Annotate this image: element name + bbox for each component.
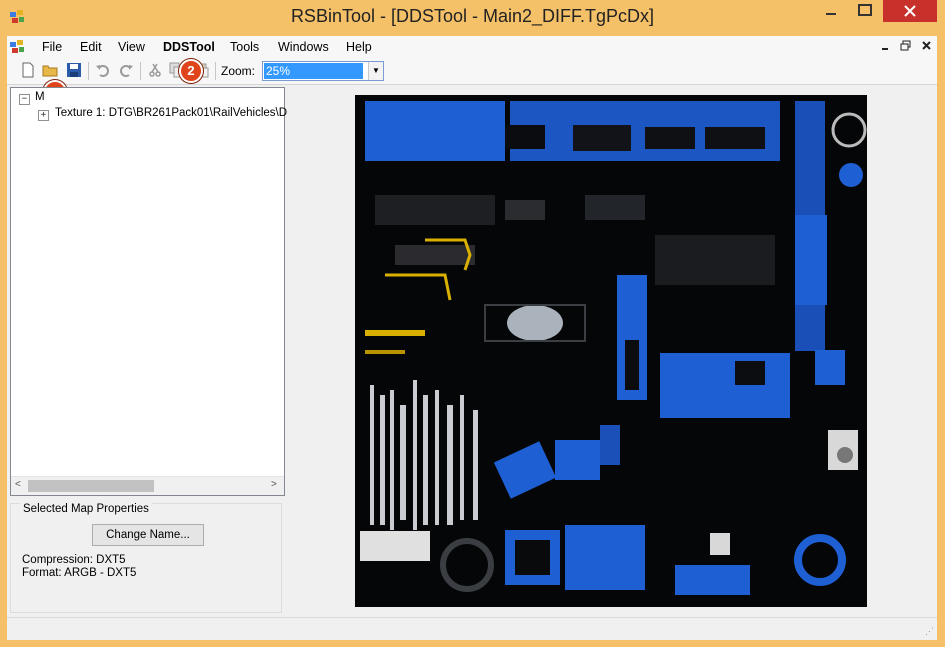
undo-icon[interactable] (95, 62, 111, 78)
map-properties-group: Selected Map Properties Change Name... C… (10, 503, 282, 613)
change-name-button[interactable]: Change Name... (92, 524, 204, 546)
close-button[interactable] (883, 0, 937, 22)
resize-grip-icon[interactable]: ⋰ (925, 626, 934, 637)
format-text: Format: ARGB - DXT5 (22, 567, 137, 579)
collapse-icon[interactable]: − (19, 94, 30, 105)
mdi-app-icon[interactable] (9, 39, 25, 55)
group-title: Selected Map Properties (20, 503, 152, 515)
save-icon[interactable] (66, 62, 82, 78)
toolbar-separator (215, 62, 216, 80)
menu-view[interactable]: View (118, 40, 145, 54)
chevron-down-icon[interactable]: ▼ (368, 62, 383, 80)
menu-edit[interactable]: Edit (80, 40, 102, 54)
status-bar: ⋰ (7, 617, 937, 640)
title-bar[interactable]: RSBinTool - [DDSTool - Main2_DIFF.TgPcDx… (0, 0, 945, 36)
texture-viewer[interactable] (287, 87, 937, 627)
menu-bar: File Edit View DDSTool Tools Windows Hel… (7, 36, 937, 58)
redo-icon[interactable] (118, 62, 134, 78)
minimize-button[interactable] (814, 0, 848, 22)
zoom-value[interactable]: 25% (264, 63, 363, 79)
client-area: File Edit View DDSTool Tools Windows Hel… (7, 36, 937, 640)
menu-ddstool[interactable]: DDSTool (163, 40, 215, 54)
window-frame: RSBinTool - [DDSTool - Main2_DIFF.TgPcDx… (0, 0, 945, 647)
mdi-close-button[interactable] (921, 40, 932, 52)
cut-icon[interactable] (147, 62, 163, 78)
menu-windows[interactable]: Windows (278, 40, 329, 54)
mdi-minimize-button[interactable] (881, 40, 891, 52)
maximize-icon (858, 4, 872, 16)
toolbar-separator (88, 62, 89, 80)
expand-icon[interactable]: + (38, 110, 49, 121)
tree-root-label[interactable]: M (35, 91, 45, 103)
texture-preview-image[interactable] (355, 95, 867, 607)
callout-2-badge: 2 (179, 59, 203, 83)
menu-file[interactable]: File (42, 40, 62, 54)
maximize-button[interactable] (850, 0, 880, 22)
tree-item-texture[interactable]: Texture 1: DTG\BR261Pack01\RailVehicles\… (55, 107, 290, 119)
menu-tools[interactable]: Tools (230, 40, 259, 54)
texture-atlas-graphic (355, 95, 867, 607)
scrollbar-thumb[interactable] (28, 480, 154, 492)
open-folder-icon[interactable] (42, 62, 58, 78)
map-tree-view[interactable]: − M + Texture 1: DTG\BR261Pack01\RailVeh… (10, 87, 290, 496)
menu-help[interactable]: Help (346, 40, 372, 54)
scroll-right-icon[interactable]: > (271, 479, 277, 490)
zoom-dropdown[interactable]: 25% ▼ (262, 61, 384, 81)
toolbar: Zoom: 25% ▼ (7, 58, 937, 85)
window-title: RSBinTool - [DDSTool - Main2_DIFF.TgPcDx… (290, 6, 655, 26)
compression-text: Compression: DXT5 (22, 554, 126, 566)
scroll-left-icon[interactable]: < (15, 479, 21, 490)
mdi-restore-button[interactable] (900, 40, 911, 52)
new-file-icon[interactable] (20, 62, 36, 78)
minimize-icon (826, 13, 836, 15)
zoom-label: Zoom: (221, 64, 256, 78)
horizontal-scrollbar[interactable]: < > (11, 476, 284, 495)
close-icon (904, 5, 916, 17)
toolbar-separator (140, 62, 141, 80)
